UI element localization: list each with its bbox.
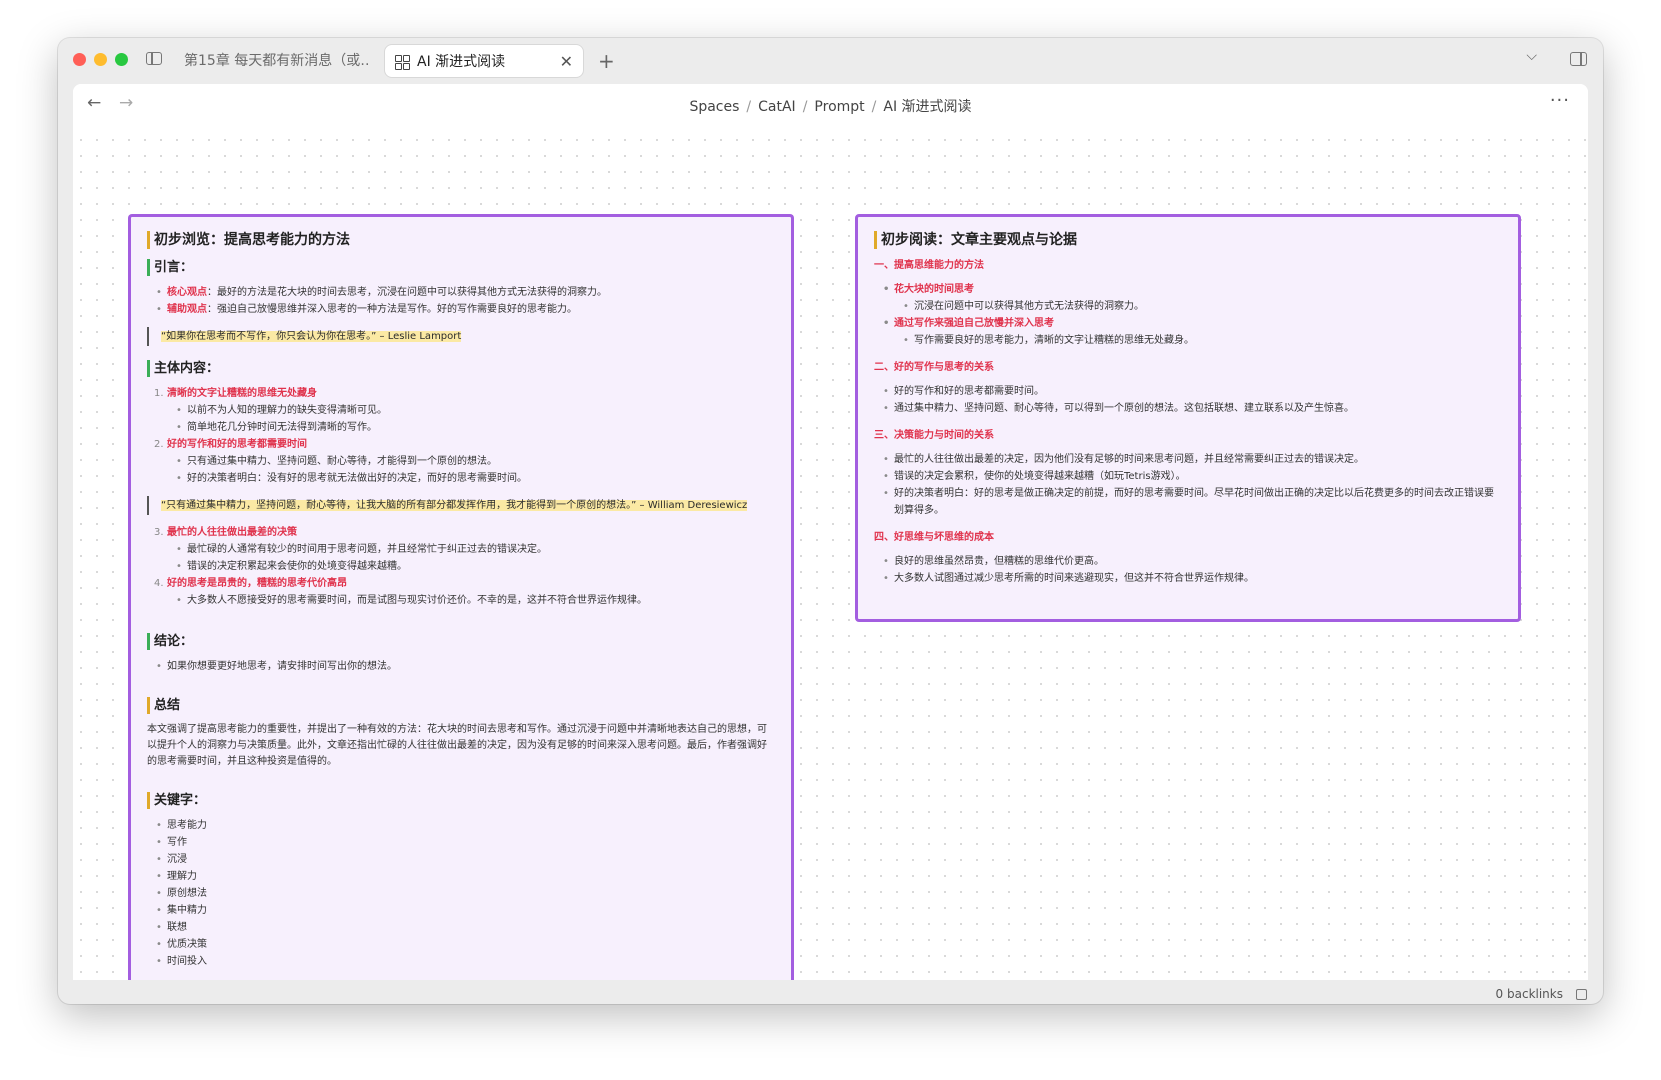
list-item: 2. 好的写作和好的思考都需要时间 [154, 439, 307, 450]
chevron-down-icon[interactable]: ⌵ [1526, 48, 1537, 64]
list-item: 最忙碌的人通常有较少的时间用于思考问题，并且经常忙于纠正过去的错误决定。 [147, 541, 775, 558]
summary-paragraph: 本文强调了提高思考能力的重要性，并提出了一种有效的方法：花大块的时间去思考和写作… [147, 724, 767, 767]
list-item: 花大块的时间思考 [874, 281, 1502, 298]
reading-card[interactable]: 初步阅读：文章主要观点与论据 一、提高思维能力的方法 花大块的时间思考 沉浸在问… [855, 214, 1521, 622]
app-window: 第15章 每天都有新消息（或… AI 渐进式阅读 ✕ + ⌵ ← → Space… [58, 38, 1603, 1004]
close-tab-icon[interactable]: ✕ [560, 45, 573, 79]
section-list: 花大块的时间思考 沉浸在问题中可以获得其他方式无法获得的洞察力。 通过写作来强迫… [874, 281, 1502, 349]
maximize-window-button[interactable] [115, 53, 128, 66]
editor-canvas: ← → Spaces / CatAI / Prompt / AI 渐进式阅读 ··· 初步浏… [73, 84, 1588, 980]
keyword-item: 写作 [147, 834, 775, 851]
list-item: 辅助观点：强迫自己放慢思维并深入思考的一种方法是写作。好的写作需要良好的思考能力… [147, 301, 775, 318]
navigation-bar: ← → Spaces / CatAI / Prompt / AI 渐进式阅读 ··· [73, 84, 1588, 126]
list-item: 最忙的人往往做出最差的决定，因为他们没有足够的时间来思考问题，并且经常需要纠正过… [874, 451, 1502, 468]
list-item: 写作需要良好的思考能力，清晰的文字让糟糕的思维无处藏身。 [874, 332, 1502, 349]
list-item: 大多数人试图通过减少思考所需的时间来逃避现实，但这并不符合世界运作规律。 [874, 570, 1502, 587]
blockquote: “只有通过集中精力，坚持问题，耐心等待，让我大脑的所有部分都发挥作用，我才能得到… [147, 496, 775, 515]
list-item: 核心观点：最好的方法是花大块的时间去思考，沉浸在问题中可以获得其他方式无法获得的… [147, 284, 775, 301]
list-item: 通过写作来强迫自己放慢并深入思考 [874, 315, 1502, 332]
backlinks-panel-icon[interactable] [1576, 989, 1587, 1000]
list-item: 4. 好的思考是昂贵的，糟糕的思考代价高昂 [154, 578, 347, 589]
list-item: 如果你想要更好地思考，请安排时间写出你的想法。 [147, 658, 775, 675]
keyword-item: 思考能力 [147, 817, 775, 834]
keyword-item: 理解力 [147, 868, 775, 885]
breadcrumb-separator: / [802, 99, 808, 115]
preview-card[interactable]: 初步浏览：提高思考能力的方法 引言： 核心观点：最好的方法是花大块的时间去思考，… [128, 214, 794, 980]
list-item: 好的决策者明白：没有好的思考就无法做出好的决定，而好的思考需要时间。 [147, 470, 775, 487]
breadcrumb-separator: / [746, 99, 752, 115]
section-heading: 引言： [147, 259, 775, 276]
blockquote: “如果你在思考而不写作，你只会认为你在思考。” – Leslie Lamport [147, 327, 775, 346]
breadcrumb-item[interactable]: CatAI [758, 99, 796, 115]
list-item: 简单地花几分钟时间无法得到清晰的写作。 [147, 419, 775, 436]
backlinks-count[interactable]: 0 backlinks [1496, 987, 1563, 1001]
tab-label: AI 渐进式阅读 [417, 54, 506, 70]
section-heading: 关键字： [147, 792, 775, 809]
breadcrumb-item[interactable]: Prompt [814, 99, 864, 115]
card-title: 初步浏览：提高思考能力的方法 [147, 231, 775, 249]
keywords-list: 思考能力 写作 沉浸 理解力 原创想法 集中精力 联想 优质决策 时间投入 [147, 817, 775, 970]
conclusion-list: 如果你想要更好地思考，请安排时间写出你的想法。 [147, 658, 775, 675]
section-list: 最忙的人往往做出最差的决定，因为他们没有足够的时间来思考问题，并且经常需要纠正过… [874, 451, 1502, 519]
list-item: 以前不为人知的理解力的缺失变得清晰可见。 [147, 402, 775, 419]
sidebar-toggle-icon[interactable] [146, 52, 162, 65]
keyword-item: 集中精力 [147, 902, 775, 919]
section-title: 四、好思维与坏思维的成本 [874, 532, 994, 543]
more-options-icon[interactable]: ··· [1550, 90, 1570, 111]
list-item: 1. 清晰的文字让糟糕的思维无处藏身 [154, 388, 317, 399]
breadcrumb: Spaces / CatAI / Prompt / AI 渐进式阅读 [73, 96, 1588, 116]
section-heading: 总结 [147, 697, 775, 714]
list-item: 错误的决定积累起来会使你的处境变得越来越糟。 [147, 558, 775, 575]
section-title: 一、提高思维能力的方法 [874, 260, 984, 271]
list-item: 通过集中精力、坚持问题、耐心等待，可以得到一个原创的想法。这包括联想、建立联系以… [874, 400, 1502, 417]
keyword-item: 原创想法 [147, 885, 775, 902]
new-tab-button[interactable]: + [598, 44, 615, 78]
breadcrumb-separator: / [871, 99, 877, 115]
section-heading: 结论： [147, 633, 775, 650]
section-list: 良好的思维虽然昂贵，但糟糕的思维代价更高。 大多数人试图通过减少思考所需的时间来… [874, 553, 1502, 587]
keyword-item: 优质决策 [147, 936, 775, 953]
right-panel-toggle-icon[interactable] [1570, 52, 1587, 66]
keyword-item: 时间投入 [147, 953, 775, 970]
close-window-button[interactable] [73, 53, 86, 66]
list-item: 好的写作和好的思考都需要时间。 [874, 383, 1502, 400]
breadcrumb-current: AI 渐进式阅读 [883, 99, 972, 115]
list-item: 错误的决定会累积，使你的处境变得越来越糟（如玩Tetris游戏）。 [874, 468, 1502, 485]
list-item: 只有通过集中精力、坚持问题、耐心等待，才能得到一个原创的想法。 [147, 453, 775, 470]
tab-chapter-15[interactable]: 第15章 每天都有新消息（或… [170, 44, 368, 78]
grid-icon [395, 55, 410, 70]
section-list: 好的写作和好的思考都需要时间。 通过集中精力、坚持问题、耐心等待，可以得到一个原… [874, 383, 1502, 417]
section-heading: 主体内容： [147, 360, 775, 377]
body-list: 1.清晰的文字让糟糕的思维无处藏身 以前不为人知的理解力的缺失变得清晰可见。 简… [147, 385, 775, 487]
card-title: 初步阅读：文章主要观点与论据 [874, 231, 1502, 249]
list-item: 良好的思维虽然昂贵，但糟糕的思维代价更高。 [874, 553, 1502, 570]
list-item: 沉浸在问题中可以获得其他方式无法获得的洞察力。 [874, 298, 1502, 315]
minimize-window-button[interactable] [94, 53, 107, 66]
body-list-continued: 3.最忙的人往往做出最差的决策 最忙碌的人通常有较少的时间用于思考问题，并且经常… [147, 524, 775, 609]
section-title: 三、决策能力与时间的关系 [874, 430, 994, 441]
list-item: 好的决策者明白：好的思考是做正确决定的前提，而好的思考需要时间。尽早花时间做出正… [874, 485, 1502, 519]
title-bar: 第15章 每天都有新消息（或… AI 渐进式阅读 ✕ + ⌵ [58, 38, 1603, 84]
section-title: 二、好的写作与思考的关系 [874, 362, 994, 373]
breadcrumb-item[interactable]: Spaces [689, 99, 739, 115]
keyword-item: 联想 [147, 919, 775, 936]
intro-list: 核心观点：最好的方法是花大块的时间去思考，沉浸在问题中可以获得其他方式无法获得的… [147, 284, 775, 318]
list-item: 3. 最忙的人往往做出最差的决策 [154, 527, 297, 538]
tab-ai-reading[interactable]: AI 渐进式阅读 ✕ [384, 44, 584, 78]
tab-label: 第15章 每天都有新消息（或… [184, 53, 368, 69]
keyword-item: 沉浸 [147, 851, 775, 868]
list-item: 大多数人不愿接受好的思考需要时间，而是试图与现实讨价还价。不幸的是，这并不符合世… [147, 592, 775, 609]
